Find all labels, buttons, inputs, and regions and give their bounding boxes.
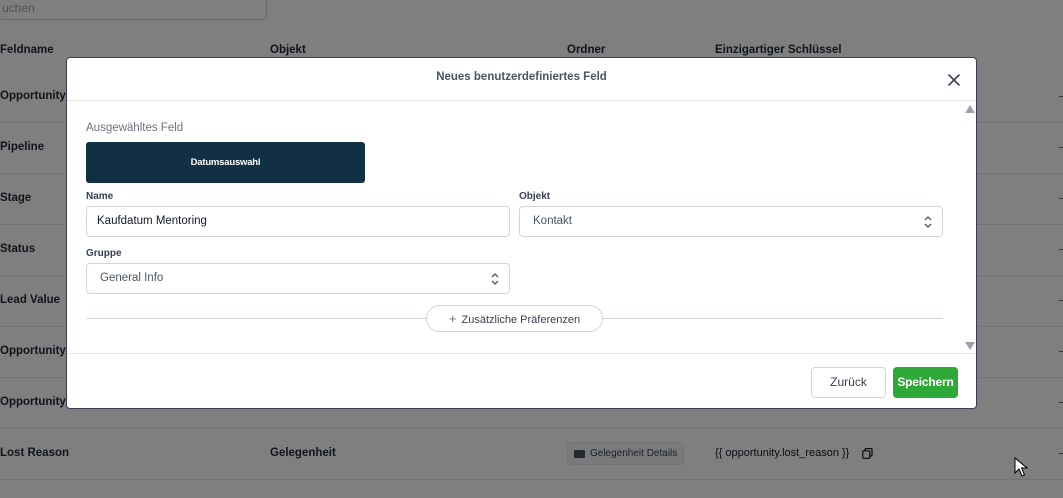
plus-icon: + (448, 311, 457, 326)
new-custom-field-dialog: Neues benutzerdefiniertes Feld Ausgewähl… (66, 57, 977, 409)
group-label: Gruppe (86, 248, 122, 259)
back-button[interactable]: Zurück (811, 367, 886, 398)
group-select[interactable]: General Info (86, 263, 510, 294)
dialog-body: Ausgewähltes Feld Datumsauswahl Name Kau… (67, 101, 962, 353)
selected-field-type-tile[interactable]: Datumsauswahl (86, 142, 365, 183)
dialog-footer: Zurück Speichern (67, 353, 976, 408)
object-label: Objekt (519, 191, 551, 202)
scroll-up-arrow-icon[interactable] (965, 105, 975, 113)
chevron-up-down-icon (924, 216, 932, 228)
name-input[interactable]: Kaufdatum Mentoring (86, 206, 510, 237)
name-label: Name (86, 191, 114, 202)
dialog-header: Neues benutzerdefiniertes Feld (67, 58, 976, 101)
object-select-value: Kontakt (533, 215, 572, 227)
object-select[interactable]: Kontakt (519, 206, 943, 237)
dialog-title: Neues benutzerdefiniertes Feld (436, 71, 607, 83)
selected-field-label: Ausgewähltes Feld (86, 122, 184, 134)
additional-preferences-button[interactable]: + Zusätzliche Präferenzen (426, 305, 603, 332)
scroll-down-arrow-icon[interactable] (965, 342, 975, 350)
group-select-value: General Info (100, 272, 164, 284)
mouse-cursor-icon (1014, 457, 1028, 477)
additional-preferences-label: Zusätzliche Präferenzen (461, 314, 581, 326)
chevron-up-down-icon (491, 273, 499, 285)
save-button[interactable]: Speichern (893, 367, 958, 398)
close-icon[interactable] (946, 72, 962, 88)
dialog-scrollbar[interactable] (962, 102, 976, 354)
